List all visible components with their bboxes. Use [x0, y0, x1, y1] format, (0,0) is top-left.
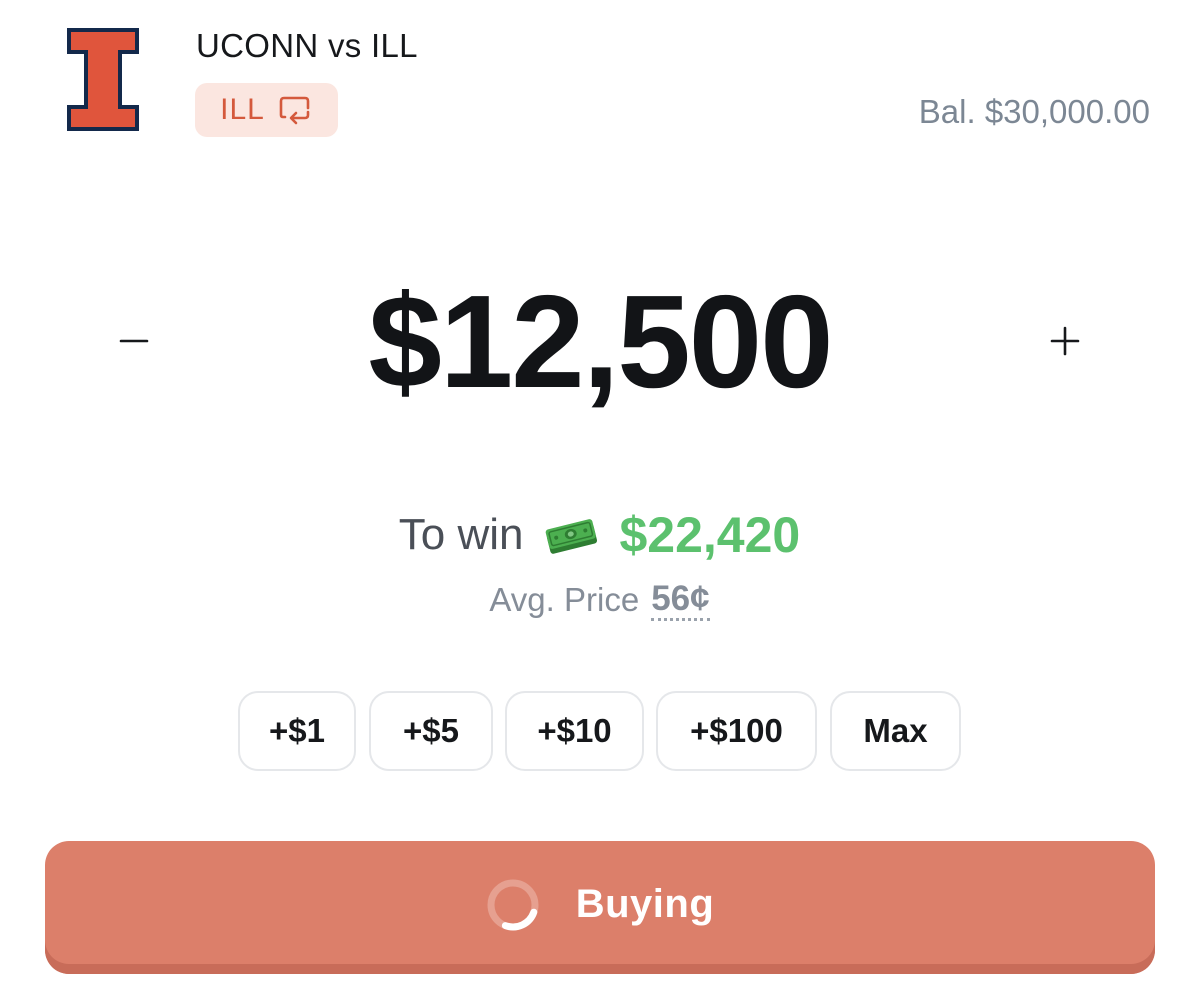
avg-price-value[interactable]: 56¢ [651, 579, 710, 621]
add-1-button[interactable]: +$1 [238, 691, 356, 771]
to-win-label: To win [398, 510, 524, 559]
cash-icon [546, 519, 598, 554]
plus-icon [1050, 326, 1080, 356]
match-title: UCONN vs ILL [196, 27, 418, 64]
selected-side-label: ILL [220, 93, 265, 126]
team-logo [66, 27, 140, 132]
swap-icon [279, 96, 310, 125]
decrease-amount-button[interactable] [99, 306, 169, 376]
avg-price-row: Avg. Price 56¢ [0, 578, 1199, 622]
account-balance: Bal. $30,000.00 [918, 93, 1150, 130]
minus-icon [119, 339, 149, 343]
illinois-block-i-logo [67, 28, 139, 131]
add-10-button[interactable]: +$10 [505, 691, 644, 771]
loading-spinner-icon [487, 879, 539, 930]
wager-amount[interactable]: $12,500 [250, 272, 950, 412]
to-win-value: $22,420 [619, 507, 801, 563]
selected-side-badge[interactable]: ILL [195, 83, 338, 137]
add-5-button[interactable]: +$5 [369, 691, 493, 771]
add-100-button[interactable]: +$100 [656, 691, 817, 771]
max-button[interactable]: Max [830, 691, 961, 771]
buy-button-label: Buying [575, 882, 715, 926]
payout-row: To win $22,420 [0, 504, 1199, 566]
avg-price-label: Avg. Price [489, 581, 640, 618]
buy-button[interactable]: Buying [45, 841, 1155, 974]
increase-amount-button[interactable] [1030, 306, 1100, 376]
